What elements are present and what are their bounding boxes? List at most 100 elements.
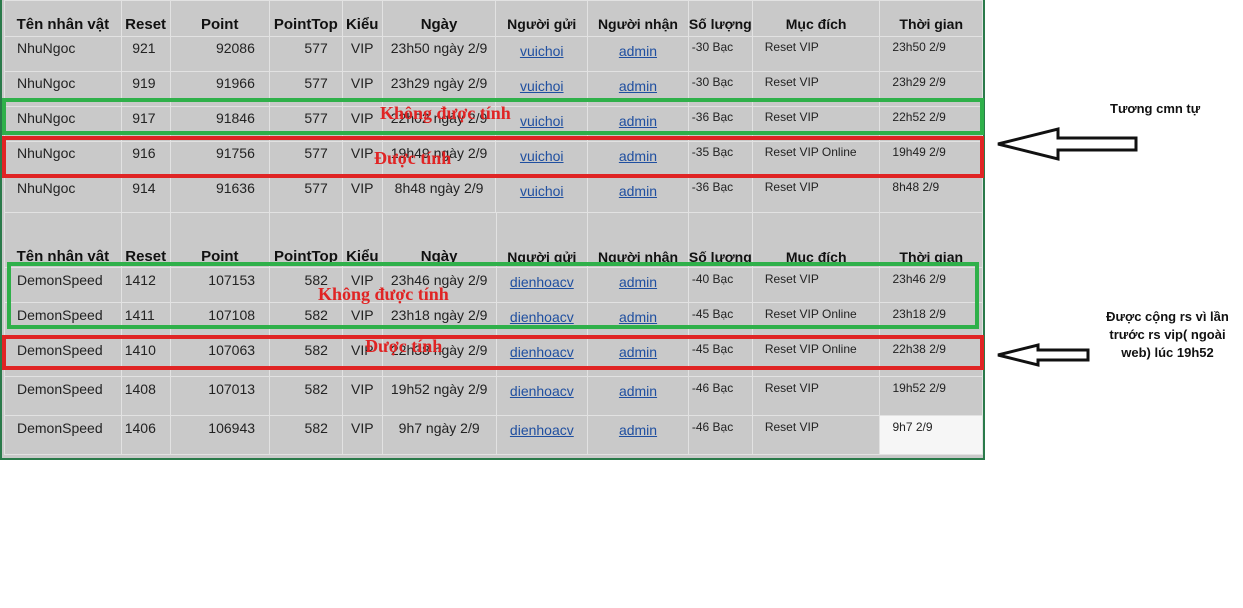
col-header-point: Point [169,212,271,268]
note-top: Tương cmn tự [1110,101,1201,116]
cell-ngay-text: 9h7 ngày 2/9 [398,420,480,436]
cell-pointtop: 577 [268,176,343,213]
cell-time-text: 23h50 2/9 [892,40,946,54]
col-header-name: Tên nhân vật [4,212,122,268]
cell-point-text: 91966 [215,75,255,91]
cell-reset: 1406 [120,415,171,455]
receiver-cell: admin [587,176,689,213]
receiver-cell: admin [587,415,689,455]
col-header-time: Thời gian [879,212,983,268]
cell-name: NhuNgoc [4,176,122,213]
col-header-name: Tên nhân vật [4,0,122,37]
cell-purpose-text: Reset VIP [764,381,819,395]
cell-qty: -46 Bạc [687,376,753,416]
cell-ngay-text: 23h50 ngày 2/9 [390,40,488,56]
cell-reset-text: 1406 [124,420,156,436]
cell-pointtop-text: 582 [304,420,328,436]
receiver-link[interactable]: admin [619,422,657,438]
col-header-ngay: Ngày [381,212,497,268]
sender-link[interactable]: vuichoi [520,78,564,94]
cell-pointtop-text: 577 [304,40,328,56]
cell-time: 8h48 2/9 [879,176,983,213]
highlight-not-counted-2 [7,262,979,329]
cell-reset-text: 1408 [124,381,156,397]
cell-time-text: 8h48 2/9 [892,180,940,194]
cell-qty-text: -30 Bạc [691,40,734,54]
cell-point-text: 92086 [215,40,255,56]
receiver-link[interactable]: admin [619,43,657,59]
cell-purpose: Reset VIP [751,176,881,213]
cell-qty: -46 Bạc [687,415,753,455]
cell-ngay: 9h7 ngày 2/9 [381,415,497,455]
cell-pointtop-text: 577 [304,180,328,196]
col-header-point: Point [169,0,270,37]
cell-kieu: VIP [341,176,383,213]
cell-ngay-text: 19h52 ngày 2/9 [390,381,488,397]
cell-ngay-text: 23h29 ngày 2/9 [390,75,488,91]
col-header-pointtop: PointTop [268,0,343,37]
cell-kieu-text: VIP [350,180,374,196]
highlight-counted-2 [2,335,984,370]
cell-name-text: DemonSpeed [17,420,103,436]
cell-purpose-text: Reset VIP [764,75,819,89]
cell-kieu: VIP [341,376,383,416]
col-header-receiver: Người nhận [587,212,689,268]
cell-purpose: Reset VIP [751,36,881,72]
receiver-link[interactable]: admin [619,78,657,94]
sender-link[interactable]: dienhoacv [510,383,574,399]
sender-cell: vuichoi [495,36,589,72]
sender-cell: dienhoacv [495,376,589,416]
col-header-qty: Số lượng [687,0,753,37]
label-counted-2: Được tính [365,336,443,356]
cell-qty-text: -46 Bạc [691,381,734,395]
cell-point-text: 107013 [208,381,256,397]
arrow-left-icon [997,127,1138,161]
table-row: DemonSpeed 1408 107013 582 VIP 19h52 ngày 2/9… [4,376,983,416]
sender-link[interactable]: vuichoi [520,43,564,59]
cell-time: 9h7 2/9 [879,415,983,455]
cell-time: 23h50 2/9 [879,36,983,72]
col-header-time: Thời gian [879,0,983,37]
highlight-counted-1 [2,136,984,178]
cell-purpose-text: Reset VIP [764,420,819,434]
col-header-kieu: Kiểu [341,212,383,268]
cell-name-text: DemonSpeed [17,381,103,397]
cell-qty-text: -46 Bạc [691,420,734,434]
cell-pointtop: 577 [268,36,343,72]
cell-point: 91636 [169,176,270,213]
sender-link[interactable]: vuichoi [520,183,564,199]
cell-reset-text: 921 [132,40,156,56]
receiver-link[interactable]: admin [619,383,657,399]
cell-name-text: NhuNgoc [17,180,76,196]
cell-name: NhuNgoc [4,36,122,72]
cell-point: 107013 [169,376,271,416]
cell-point: 106943 [169,415,271,455]
cell-time-text: 19h52 2/9 [892,381,946,395]
cell-ngay: 23h50 ngày 2/9 [381,36,497,72]
col-header-pointtop: PointTop [269,212,343,268]
cell-pointtop-text: 577 [304,75,328,91]
cell-time-text: 9h7 2/9 [892,420,933,434]
receiver-cell: admin [587,36,689,72]
sender-link[interactable]: dienhoacv [510,422,574,438]
cell-ngay: 19h52 ngày 2/9 [381,376,497,416]
cell-pointtop-text: 582 [304,381,328,397]
cell-name-text: NhuNgoc [17,40,76,56]
label-not-counted-1: Không được tính [380,103,511,123]
receiver-link[interactable]: admin [619,183,657,199]
cell-ngay-text: 8h48 ngày 2/9 [394,180,484,196]
arrow-left-icon [997,343,1090,367]
col-header-receiver: Người nhận [587,0,689,37]
col-header-sender: Người gửi [495,0,589,37]
cell-time: 19h52 2/9 [879,376,983,416]
col-header-sender: Người gửi [495,212,589,268]
cell-reset: 921 [120,36,171,72]
col-header-purpose: Mục đích [751,212,881,268]
cell-pointtop: 582 [269,376,343,416]
col-header-reset: Reset [120,0,171,37]
screenshot-sheet: Tên nhân vật Reset Point PointTop Kiểu N… [0,0,985,460]
note-bottom: Được cộng rs vì lần trước rs vip( ngoài … [1106,309,1229,360]
cell-purpose: Reset VIP [751,415,881,455]
cell-reset: 1408 [120,376,171,416]
receiver-cell: admin [587,376,689,416]
